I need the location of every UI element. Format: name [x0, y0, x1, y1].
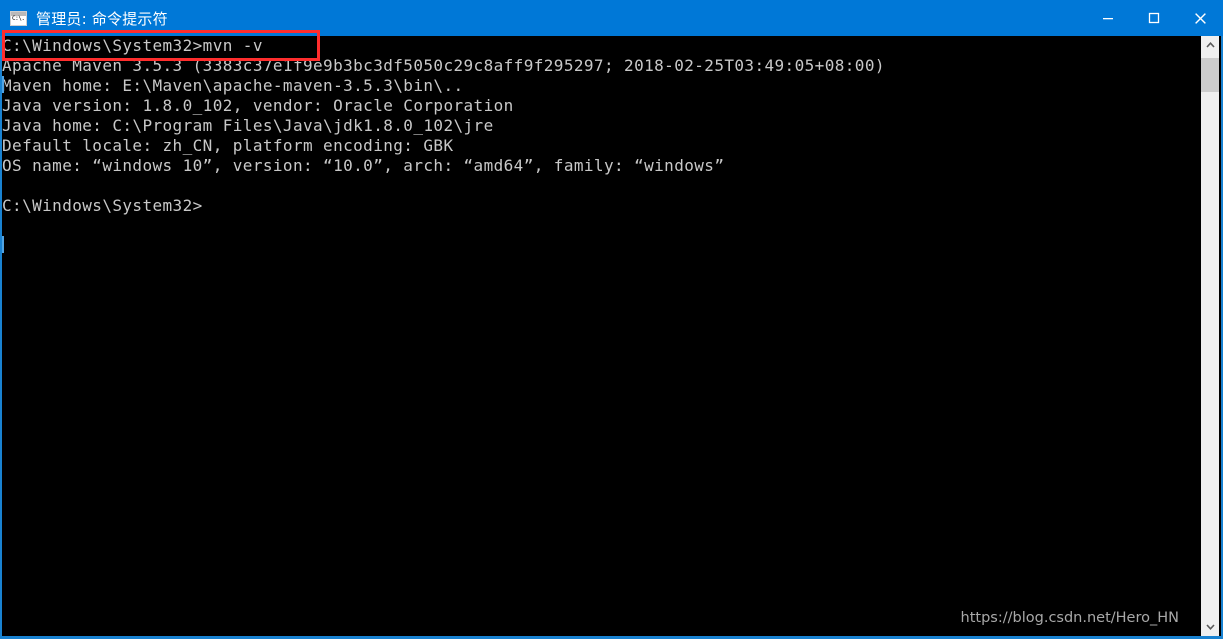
window-controls	[1085, 0, 1223, 36]
text-cursor	[2, 236, 4, 253]
scrollbar-up-button[interactable]	[1201, 36, 1219, 54]
text-cursor-top	[2, 76, 4, 93]
console-line: OS name: “windows 10”, version: “10.0”, …	[2, 156, 725, 175]
console-line: Default locale: zh_CN, platform encoding…	[2, 136, 454, 155]
command-prompt-window: 管理员: 命令提示符 C:\Windows\System3	[0, 0, 1223, 639]
console-line: C:\Windows\System32>mvn -v	[2, 36, 263, 55]
maximize-button[interactable]	[1131, 0, 1177, 36]
console-prompt-line: C:\Windows\System32>	[2, 196, 203, 215]
console-output-area[interactable]: C:\Windows\System32>mvn -v Apache Maven …	[2, 36, 1203, 636]
title-bar[interactable]: 管理员: 命令提示符	[0, 0, 1223, 36]
scrollbar-track[interactable]	[1201, 54, 1219, 618]
scrollbar-thumb[interactable]	[1201, 58, 1219, 92]
minimize-button[interactable]	[1085, 0, 1131, 36]
scrollbar-down-button[interactable]	[1201, 618, 1219, 636]
window-title: 管理员: 命令提示符	[36, 9, 168, 28]
close-button[interactable]	[1177, 0, 1223, 36]
console-line: Java home: C:\Program Files\Java\jdk1.8.…	[2, 116, 494, 135]
watermark-url: https://blog.csdn.net/Hero_HN	[960, 610, 1179, 626]
console-line: Apache Maven 3.5.3 (3383c37e1f9e9b3bc3df…	[2, 56, 885, 75]
vertical-scrollbar[interactable]	[1200, 36, 1219, 636]
console-line-list: C:\Windows\System32>mvn -v Apache Maven …	[2, 36, 885, 216]
cmd-icon	[10, 10, 27, 26]
console-line: Java version: 1.8.0_102, vendor: Oracle …	[2, 96, 514, 115]
console-line: Maven home: E:\Maven\apache-maven-3.5.3\…	[2, 76, 464, 95]
